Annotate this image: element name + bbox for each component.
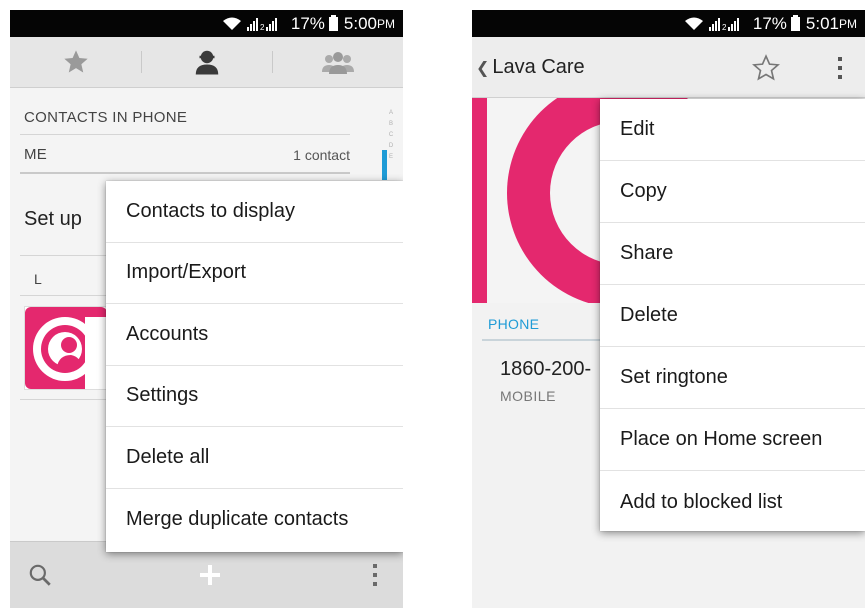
lava-care-logo [25,307,107,389]
status-bar: 2 17% 5:01 PM [472,10,865,37]
chevron-left-icon: ❮ [476,59,490,77]
section-header-me: ME [24,146,48,163]
overflow-icon[interactable] [836,55,844,81]
tab-contacts[interactable] [141,37,272,87]
svg-text:2: 2 [722,23,727,31]
contact-title: Lava Care [492,56,585,78]
action-bar: ❮ Lava Care [472,37,865,98]
alpha-letter[interactable]: A [387,108,395,119]
clock: 5:00 [343,13,377,33]
phone-type: MOBILE [500,388,556,404]
menu-item-accounts[interactable]: Accounts [106,304,403,366]
status-bar: 2 17% 5:00 PM [10,10,403,37]
signal-icon: 2 [708,17,739,31]
plus-icon [200,565,220,585]
star-outline-icon[interactable] [751,53,781,83]
menu-item-delete-all[interactable]: Delete all [106,427,403,489]
menu-item-copy[interactable]: Copy [600,161,865,223]
contact-avatar-lava-care[interactable] [24,306,108,390]
me-contact-count: 1 contact [293,147,350,163]
menu-item-merge-duplicate-contacts[interactable]: Merge duplicate contacts [106,489,403,551]
alpha-letter[interactable]: E [387,152,395,163]
menu-item-delete[interactable]: Delete [600,285,865,347]
divider [20,134,350,135]
svg-text:2: 2 [260,23,265,31]
battery-icon [790,14,800,31]
search-icon [29,564,51,586]
menu-item-edit[interactable]: Edit [600,99,865,161]
menu-item-set-ringtone[interactable]: Set ringtone [600,347,865,409]
menu-item-share[interactable]: Share [600,223,865,285]
options-menu: Contacts to display Import/Export Accoun… [106,181,403,552]
clock-ampm: PM [839,16,857,31]
scrollbar-thumb[interactable] [382,150,387,180]
alphabet-index[interactable]: A B C D E [387,108,395,163]
menu-item-contacts-to-display[interactable]: Contacts to display [106,181,403,243]
tab-groups[interactable] [272,37,403,87]
back-button[interactable]: ❮ Lava Care [476,56,585,79]
star-icon [63,50,88,73]
phone-number[interactable]: 1860-200- [500,358,591,381]
setup-profile-link[interactable]: Set up [24,208,82,231]
wifi-icon [684,17,703,30]
signal-icon: 2 [246,17,277,31]
menu-item-settings[interactable]: Settings [106,366,403,427]
alpha-letter[interactable]: C [387,130,395,141]
menu-item-add-to-blocked-list[interactable]: Add to blocked list [600,471,865,533]
wifi-icon [222,17,241,30]
contact-detail-screen: 2 17% 5:01 PM ❮ Lava Care PHONE 1860-200… [472,10,865,608]
divider [20,172,350,174]
battery-percent: 17% [290,13,325,33]
group-icon [321,52,354,74]
alpha-letter[interactable]: D [387,141,395,152]
clock: 5:01 [805,13,839,33]
section-header-phone: PHONE [488,316,540,332]
menu-item-import-export[interactable]: Import/Export [106,243,403,304]
contact-options-menu: Edit Copy Share Delete Set ringtone Plac… [600,99,865,531]
tab-favorites[interactable] [10,37,141,87]
section-header-contacts-in-phone: CONTACTS IN PHONE [24,109,188,126]
person-icon [195,50,218,75]
clock-ampm: PM [377,16,395,31]
overflow-icon [373,564,377,586]
battery-icon [328,14,338,31]
battery-percent: 17% [752,13,787,33]
alpha-letter[interactable]: B [387,119,395,130]
section-letter-l: L [34,271,42,287]
menu-item-place-on-home-screen[interactable]: Place on Home screen [600,409,865,471]
contacts-tabs [10,37,403,88]
contacts-screen: 2 17% 5:00 PM CONTACTS IN PHONE ME 1 con… [10,10,403,608]
search-button[interactable] [10,542,70,608]
